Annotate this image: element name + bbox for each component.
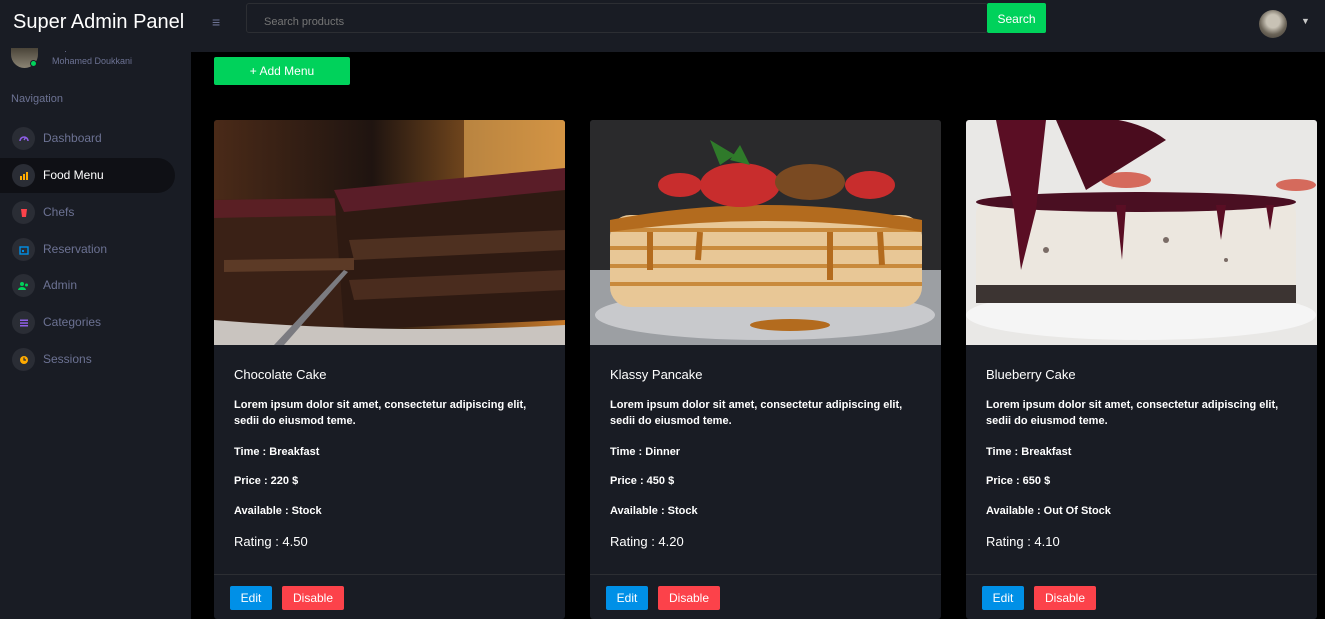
speedometer-icon	[12, 127, 35, 150]
card-description: Lorem ipsum dolor sit amet, consectetur …	[986, 399, 1279, 427]
menu-card: Blueberry Cake Lorem ipsum dolor sit ame…	[966, 120, 1317, 619]
edit-button[interactable]: Edit	[230, 586, 272, 610]
card-time: Time : Breakfast	[986, 446, 1072, 458]
chef-hat-icon	[12, 201, 35, 224]
card-price: Price : 450 $	[610, 475, 675, 487]
card-title: Klassy Pancake	[610, 367, 703, 382]
online-status-icon	[30, 60, 37, 67]
sidebar-item-label: Categories	[43, 315, 102, 329]
card-footer: Edit Disable	[214, 574, 565, 619]
edit-button[interactable]: Edit	[982, 586, 1024, 610]
card-footer: Edit Disable	[590, 574, 941, 619]
card-availability: Available : Out Of Stock	[986, 505, 1111, 517]
edit-button[interactable]: Edit	[606, 586, 648, 610]
sidebar-item-admin[interactable]: Admin	[0, 268, 175, 303]
disable-button[interactable]: Disable	[1034, 586, 1096, 610]
bar-chart-icon	[12, 164, 35, 187]
sidebar-item-label: Dashboard	[43, 131, 102, 145]
menu-toggle-icon[interactable]: ≡	[212, 14, 220, 30]
sidebar-item-food-menu[interactable]: Food Menu	[0, 158, 175, 193]
users-icon	[12, 274, 35, 297]
sidebar-item-label: Reservation	[43, 242, 108, 256]
card-description: Lorem ipsum dolor sit amet, consectetur …	[610, 399, 903, 427]
caret-down-icon[interactable]: ▼	[1301, 16, 1310, 26]
sidebar-item-label: Chefs	[43, 205, 75, 219]
profile-avatar[interactable]	[1259, 10, 1287, 38]
search-input[interactable]	[246, 3, 988, 33]
card-availability: Available : Stock	[234, 505, 322, 517]
brand-title[interactable]: Super Admin Panel	[13, 11, 184, 34]
top-navbar: Super Admin Panel ≡ Search ▼	[0, 0, 1325, 52]
sidebar-item-categories[interactable]: Categories	[0, 305, 175, 340]
card-time: Time : Dinner	[610, 446, 681, 458]
card-availability: Available : Stock	[610, 505, 698, 517]
card-price: Price : 220 $	[234, 475, 299, 487]
card-rating: Rating : 4.20	[610, 534, 684, 549]
card-price: Price : 650 $	[986, 475, 1051, 487]
nav-heading: Navigation	[11, 93, 63, 105]
card-title: Chocolate Cake	[234, 367, 327, 382]
user-name: Mohamed Doukkani	[52, 56, 133, 66]
card-description: Lorem ipsum dolor sit amet, consectetur …	[234, 399, 527, 427]
menu-card: Chocolate Cake Lorem ipsum dolor sit ame…	[214, 120, 565, 619]
sidebar-item-chefs[interactable]: Chefs	[0, 195, 175, 230]
card-title: Blueberry Cake	[986, 367, 1076, 382]
card-time: Time : Breakfast	[234, 446, 320, 458]
sidebar-item-dashboard[interactable]: Dashboard	[0, 121, 175, 156]
sidebar-item-label: Admin	[43, 278, 78, 292]
user-role-fragment: ·	[64, 46, 67, 56]
sidebar-item-label: Food Menu	[43, 168, 104, 182]
pancake-image	[590, 120, 941, 345]
search-button[interactable]: Search	[987, 3, 1046, 33]
list-icon	[12, 311, 35, 334]
calendar-icon	[12, 238, 35, 261]
card-rating: Rating : 4.10	[986, 534, 1060, 549]
blueberry-cake-image	[966, 120, 1317, 345]
sidebar-item-sessions[interactable]: Sessions	[0, 342, 175, 377]
disable-button[interactable]: Disable	[282, 586, 344, 610]
clock-icon	[12, 348, 35, 371]
add-menu-button[interactable]: + Add Menu	[214, 57, 350, 85]
card-footer: Edit Disable	[966, 574, 1317, 619]
menu-card: Klassy Pancake Lorem ipsum dolor sit ame…	[590, 120, 941, 619]
card-rating: Rating : 4.50	[234, 534, 308, 549]
chocolate-cake-image	[214, 120, 565, 345]
disable-button[interactable]: Disable	[658, 586, 720, 610]
sidebar-item-reservation[interactable]: Reservation	[0, 232, 175, 267]
sidebar-item-label: Sessions	[43, 352, 92, 366]
sidebar: · Mohamed Doukkani Navigation Dashboard …	[0, 46, 191, 619]
